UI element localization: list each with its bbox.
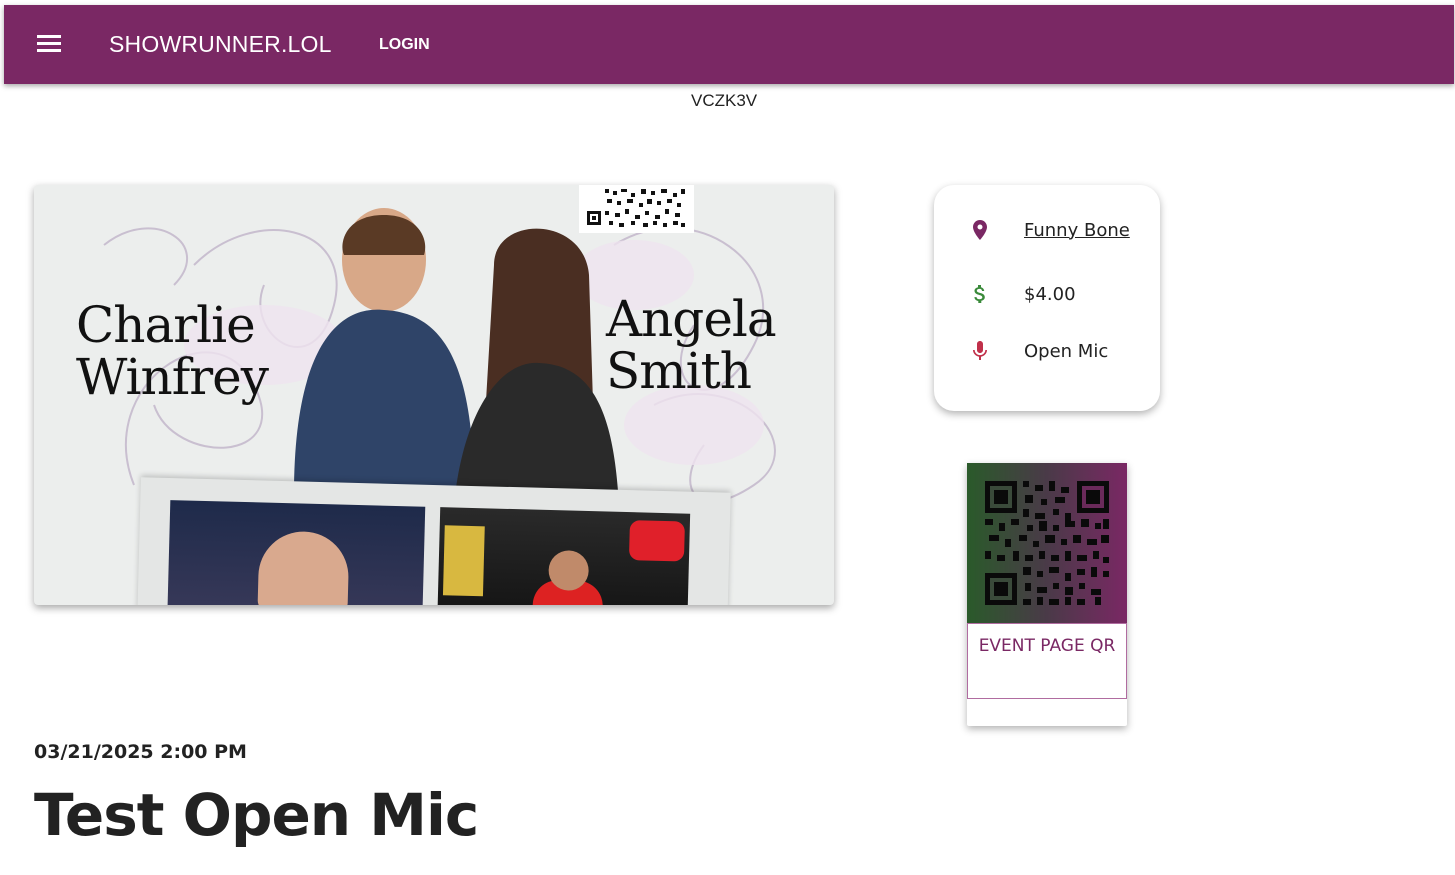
event-title: Test Open Mic xyxy=(34,781,479,849)
venue-link[interactable]: Funny Bone xyxy=(1024,220,1130,241)
venue-row: Funny Bone xyxy=(968,218,1130,242)
event-page-qr-button[interactable]: EVENT PAGE QR xyxy=(967,623,1127,699)
flyer-photo-strip xyxy=(137,477,731,605)
login-button[interactable]: LOGIN xyxy=(379,36,430,54)
location-pin-icon xyxy=(968,218,992,242)
price-value: $4.00 xyxy=(1024,283,1076,305)
microphone-icon xyxy=(968,339,992,363)
flyer-qr-code xyxy=(579,185,694,233)
brand-title[interactable]: SHOWRUNNER.LOL xyxy=(109,31,332,58)
page: SHOWRUNNER.LOL LOGIN VCZK3V Charlie Winf… xyxy=(4,5,1454,875)
event-type-row: Open Mic xyxy=(968,339,1108,363)
dollar-icon xyxy=(968,282,992,306)
price-row: $4.00 xyxy=(968,282,1076,306)
performer-2-name: Angela Smith xyxy=(606,290,777,400)
event-datetime: 03/21/2025 2:00 PM xyxy=(34,741,247,763)
performer-1-name: Charlie Winfrey xyxy=(76,296,269,406)
event-code: VCZK3V xyxy=(691,91,758,110)
event-flyer-image: Charlie Winfrey Angela Smith xyxy=(34,185,834,605)
app-bar: SHOWRUNNER.LOL LOGIN xyxy=(4,5,1454,84)
hamburger-menu-icon[interactable] xyxy=(37,35,61,55)
event-qr-card: EVENT PAGE QR xyxy=(967,463,1127,726)
event-info-card: Funny Bone $4.00 Open Mic xyxy=(934,185,1160,411)
event-type: Open Mic xyxy=(1024,340,1109,362)
event-qr-code xyxy=(967,463,1127,623)
